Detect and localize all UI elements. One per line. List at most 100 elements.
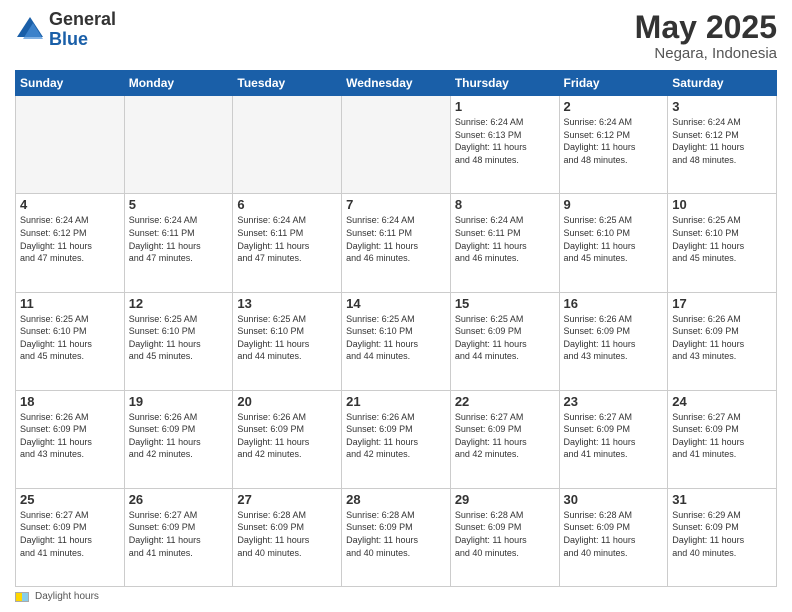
day-number: 27 [237,492,337,507]
day-number: 9 [564,197,664,212]
day-info: Sunrise: 6:25 AM Sunset: 6:10 PM Dayligh… [20,313,120,363]
day-number: 19 [129,394,229,409]
week-row-2: 4Sunrise: 6:24 AM Sunset: 6:12 PM Daylig… [16,194,777,292]
day-number: 15 [455,296,555,311]
day-cell: 31 Sunrise: 6:29 AM Sunset: 6:09 PM Dayli… [668,488,777,586]
day-cell: 22 Sunrise: 6:27 AM Sunset: 6:09 PM Dayli… [450,390,559,488]
day-number: 24 [672,394,772,409]
day-number: 31 [672,492,772,507]
page: General Blue May 2025 Negara, Indonesia … [0,0,792,612]
day-number: 13 [237,296,337,311]
day-info: Sunrise: 6:27 AM Sunset: 6:09 PM Dayligh… [672,411,772,461]
day-info: Sunrise: 6:27 AM Sunset: 6:09 PM Dayligh… [455,411,555,461]
day-cell: 7 Sunrise: 6:24 AM Sunset: 6:11 PM Daylig… [342,194,451,292]
day-cell: 24 Sunrise: 6:27 AM Sunset: 6:09 PM Dayli… [668,390,777,488]
title-block: May 2025 Negara, Indonesia [635,10,777,62]
day-cell: 2Sunrise: 6:24 AM Sunset: 6:12 PM Daylig… [559,96,668,194]
day-cell: 10 Sunrise: 6:25 AM Sunset: 6:10 PM Dayli… [668,194,777,292]
day-number: 11 [20,296,120,311]
day-info: Sunrise: 6:24 AM Sunset: 6:12 PM Dayligh… [20,214,120,264]
day-cell: 3Sunrise: 6:24 AM Sunset: 6:12 PM Daylig… [668,96,777,194]
day-cell: 1Sunrise: 6:24 AM Sunset: 6:13 PM Daylig… [450,96,559,194]
logo-general: General [49,10,116,30]
day-cell: 14 Sunrise: 6:25 AM Sunset: 6:10 PM Dayli… [342,292,451,390]
day-info: Sunrise: 6:24 AM Sunset: 6:12 PM Dayligh… [672,116,772,166]
day-cell: 17 Sunrise: 6:26 AM Sunset: 6:09 PM Dayli… [668,292,777,390]
day-number: 29 [455,492,555,507]
day-header-saturday: Saturday [668,71,777,96]
day-info: Sunrise: 6:28 AM Sunset: 6:09 PM Dayligh… [455,509,555,559]
day-cell: 29 Sunrise: 6:28 AM Sunset: 6:09 PM Dayli… [450,488,559,586]
day-cell: 13 Sunrise: 6:25 AM Sunset: 6:10 PM Dayli… [233,292,342,390]
daylight-icon [15,592,29,602]
week-row-4: 18Sunrise: 6:26 AM Sunset: 6:09 PM Dayli… [16,390,777,488]
day-header-tuesday: Tuesday [233,71,342,96]
day-header-wednesday: Wednesday [342,71,451,96]
day-info: Sunrise: 6:25 AM Sunset: 6:10 PM Dayligh… [129,313,229,363]
day-info: Sunrise: 6:24 AM Sunset: 6:11 PM Dayligh… [237,214,337,264]
day-number: 28 [346,492,446,507]
day-cell: 28 Sunrise: 6:28 AM Sunset: 6:09 PM Dayli… [342,488,451,586]
week-row-5: 25 Sunrise: 6:27 AM Sunset: 6:09 PM Dayli… [16,488,777,586]
day-cell: 19 Sunrise: 6:26 AM Sunset: 6:09 PM Dayli… [124,390,233,488]
day-header-thursday: Thursday [450,71,559,96]
day-info: Sunrise: 6:28 AM Sunset: 6:09 PM Dayligh… [346,509,446,559]
week-row-1: 1Sunrise: 6:24 AM Sunset: 6:13 PM Daylig… [16,96,777,194]
day-cell: 20 Sunrise: 6:26 AM Sunset: 6:09 PM Dayli… [233,390,342,488]
day-number: 25 [20,492,120,507]
day-header-monday: Monday [124,71,233,96]
day-number: 10 [672,197,772,212]
day-number: 22 [455,394,555,409]
day-number: 23 [564,394,664,409]
day-cell: 6Sunrise: 6:24 AM Sunset: 6:11 PM Daylig… [233,194,342,292]
day-cell: 5Sunrise: 6:24 AM Sunset: 6:11 PM Daylig… [124,194,233,292]
day-info: Sunrise: 6:25 AM Sunset: 6:10 PM Dayligh… [237,313,337,363]
footer-label: Daylight hours [35,591,99,602]
day-number: 2 [564,99,664,114]
day-cell: 16Sunrise: 6:26 AM Sunset: 6:09 PM Dayli… [559,292,668,390]
day-info: Sunrise: 6:25 AM Sunset: 6:10 PM Dayligh… [346,313,446,363]
day-cell: 23Sunrise: 6:27 AM Sunset: 6:09 PM Dayli… [559,390,668,488]
day-cell: 4Sunrise: 6:24 AM Sunset: 6:12 PM Daylig… [16,194,125,292]
day-info: Sunrise: 6:26 AM Sunset: 6:09 PM Dayligh… [672,313,772,363]
day-number: 14 [346,296,446,311]
day-info: Sunrise: 6:26 AM Sunset: 6:09 PM Dayligh… [129,411,229,461]
day-cell: 11 Sunrise: 6:25 AM Sunset: 6:10 PM Dayli… [16,292,125,390]
day-info: Sunrise: 6:27 AM Sunset: 6:09 PM Dayligh… [20,509,120,559]
week-row-3: 11 Sunrise: 6:25 AM Sunset: 6:10 PM Dayli… [16,292,777,390]
day-number: 7 [346,197,446,212]
day-info: Sunrise: 6:29 AM Sunset: 6:09 PM Dayligh… [672,509,772,559]
footer: Daylight hours [15,591,777,602]
day-info: Sunrise: 6:25 AM Sunset: 6:10 PM Dayligh… [672,214,772,264]
day-info: Sunrise: 6:24 AM Sunset: 6:11 PM Dayligh… [455,214,555,264]
day-cell: 18Sunrise: 6:26 AM Sunset: 6:09 PM Dayli… [16,390,125,488]
day-info: Sunrise: 6:26 AM Sunset: 6:09 PM Dayligh… [237,411,337,461]
day-cell [342,96,451,194]
day-cell: 21Sunrise: 6:26 AM Sunset: 6:09 PM Dayli… [342,390,451,488]
day-number: 17 [672,296,772,311]
day-info: Sunrise: 6:27 AM Sunset: 6:09 PM Dayligh… [129,509,229,559]
day-info: Sunrise: 6:26 AM Sunset: 6:09 PM Dayligh… [564,313,664,363]
day-info: Sunrise: 6:25 AM Sunset: 6:09 PM Dayligh… [455,313,555,363]
day-number: 30 [564,492,664,507]
main-title: May 2025 [635,10,777,45]
day-number: 12 [129,296,229,311]
day-cell: 15 Sunrise: 6:25 AM Sunset: 6:09 PM Dayli… [450,292,559,390]
day-header-friday: Friday [559,71,668,96]
day-info: Sunrise: 6:26 AM Sunset: 6:09 PM Dayligh… [20,411,120,461]
day-number: 20 [237,394,337,409]
day-info: Sunrise: 6:24 AM Sunset: 6:11 PM Dayligh… [346,214,446,264]
calendar-table: SundayMondayTuesdayWednesdayThursdayFrid… [15,70,777,587]
header: General Blue May 2025 Negara, Indonesia [15,10,777,62]
day-cell: 27 Sunrise: 6:28 AM Sunset: 6:09 PM Dayli… [233,488,342,586]
day-cell: 26 Sunrise: 6:27 AM Sunset: 6:09 PM Dayli… [124,488,233,586]
day-cell: 8Sunrise: 6:24 AM Sunset: 6:11 PM Daylig… [450,194,559,292]
day-number: 5 [129,197,229,212]
day-info: Sunrise: 6:28 AM Sunset: 6:09 PM Dayligh… [237,509,337,559]
day-cell: 30Sunrise: 6:28 AM Sunset: 6:09 PM Dayli… [559,488,668,586]
day-info: Sunrise: 6:25 AM Sunset: 6:10 PM Dayligh… [564,214,664,264]
day-number: 26 [129,492,229,507]
logo: General Blue [15,10,116,50]
logo-text: General Blue [49,10,116,50]
day-number: 21 [346,394,446,409]
